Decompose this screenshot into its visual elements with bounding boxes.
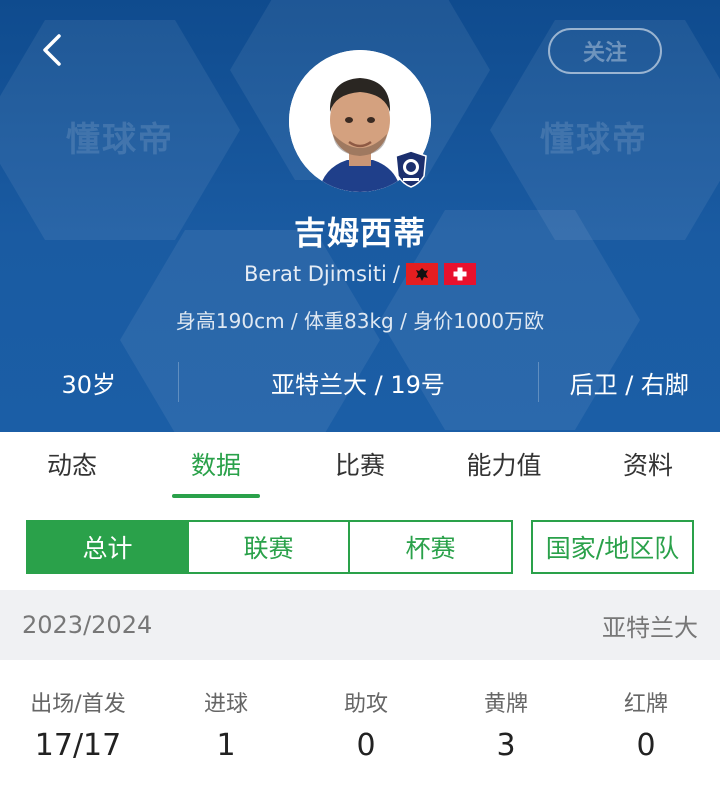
stat-appearances: 出场/首发 17/17 [0, 686, 156, 796]
segment-total[interactable]: 总计 [28, 522, 189, 572]
player-age: 30岁 [61, 370, 117, 399]
segment-national-team[interactable]: 国家/地区队 [531, 520, 694, 574]
english-name: Berat Djimsiti [244, 262, 387, 286]
profile-tabs: 动态 数据 比赛 能力值 资料 [0, 432, 720, 504]
position-and-foot: 后卫 / 右脚 [569, 370, 689, 399]
stat-label: 出场/首发 [30, 692, 126, 717]
tab-ability[interactable]: 能力值 [432, 432, 576, 504]
chevron-left-icon [43, 34, 61, 66]
stat-value: 17/17 [34, 728, 122, 763]
competition-segment-group: 总计 联赛 杯赛 [26, 520, 513, 574]
stat-value: 0 [356, 728, 376, 763]
competition-filter: 总计 联赛 杯赛 国家/地区队 [0, 504, 720, 590]
watermark-left: 懂球帝 [66, 120, 174, 160]
player-header: 懂球帝 懂球帝 关注 吉姆西蒂 Berat Djimsiti / 身高190cm… [0, 0, 720, 432]
stat-label: 黄牌 [483, 692, 528, 717]
season-header: 2023/2024 亚特兰大 [0, 590, 720, 660]
stat-value: 3 [496, 728, 516, 763]
switzerland-flag-icon [443, 263, 476, 285]
stat-label: 进球 [203, 692, 248, 717]
back-button[interactable] [32, 30, 72, 70]
tab-matches[interactable]: 比赛 [288, 432, 432, 504]
stat-label: 助攻 [343, 692, 388, 717]
stat-goals: 进球 1 [156, 686, 296, 796]
tab-dynamics[interactable]: 动态 [0, 432, 144, 504]
tab-profile[interactable]: 资料 [576, 432, 720, 504]
english-name-line: Berat Djimsiti / [0, 262, 720, 286]
physical-info: 身高190cm / 体重83kg / 身价1000万欧 [175, 309, 545, 333]
stat-assists: 助攻 0 [296, 686, 436, 796]
watermark-right: 懂球帝 [540, 120, 648, 160]
stat-value: 0 [636, 728, 656, 763]
season-team: 亚特兰大 [602, 613, 698, 642]
stat-yellow-cards: 黄牌 3 [436, 686, 576, 796]
segment-cup[interactable]: 杯赛 [350, 522, 511, 572]
stat-label: 红牌 [623, 692, 668, 717]
club-badge-icon [395, 150, 427, 188]
club-and-number[interactable]: 亚特兰大 / 19号 [179, 365, 538, 400]
player-info-row: 30岁 亚特兰大 / 19号 后卫 / 右脚 [0, 352, 720, 412]
player-name: 吉姆西蒂 [293, 214, 426, 252]
name-separator: / [392, 262, 400, 286]
season-years: 2023/2024 [22, 611, 153, 639]
albania-flag-icon [405, 263, 438, 285]
stat-value: 1 [216, 728, 236, 763]
tab-data[interactable]: 数据 [144, 432, 288, 504]
stat-red-cards: 红牌 0 [576, 686, 716, 796]
segment-league[interactable]: 联赛 [189, 522, 350, 572]
follow-button[interactable]: 关注 [548, 28, 662, 74]
season-stats: 出场/首发 17/17 进球 1 助攻 0 黄牌 3 红牌 0 [0, 660, 720, 796]
